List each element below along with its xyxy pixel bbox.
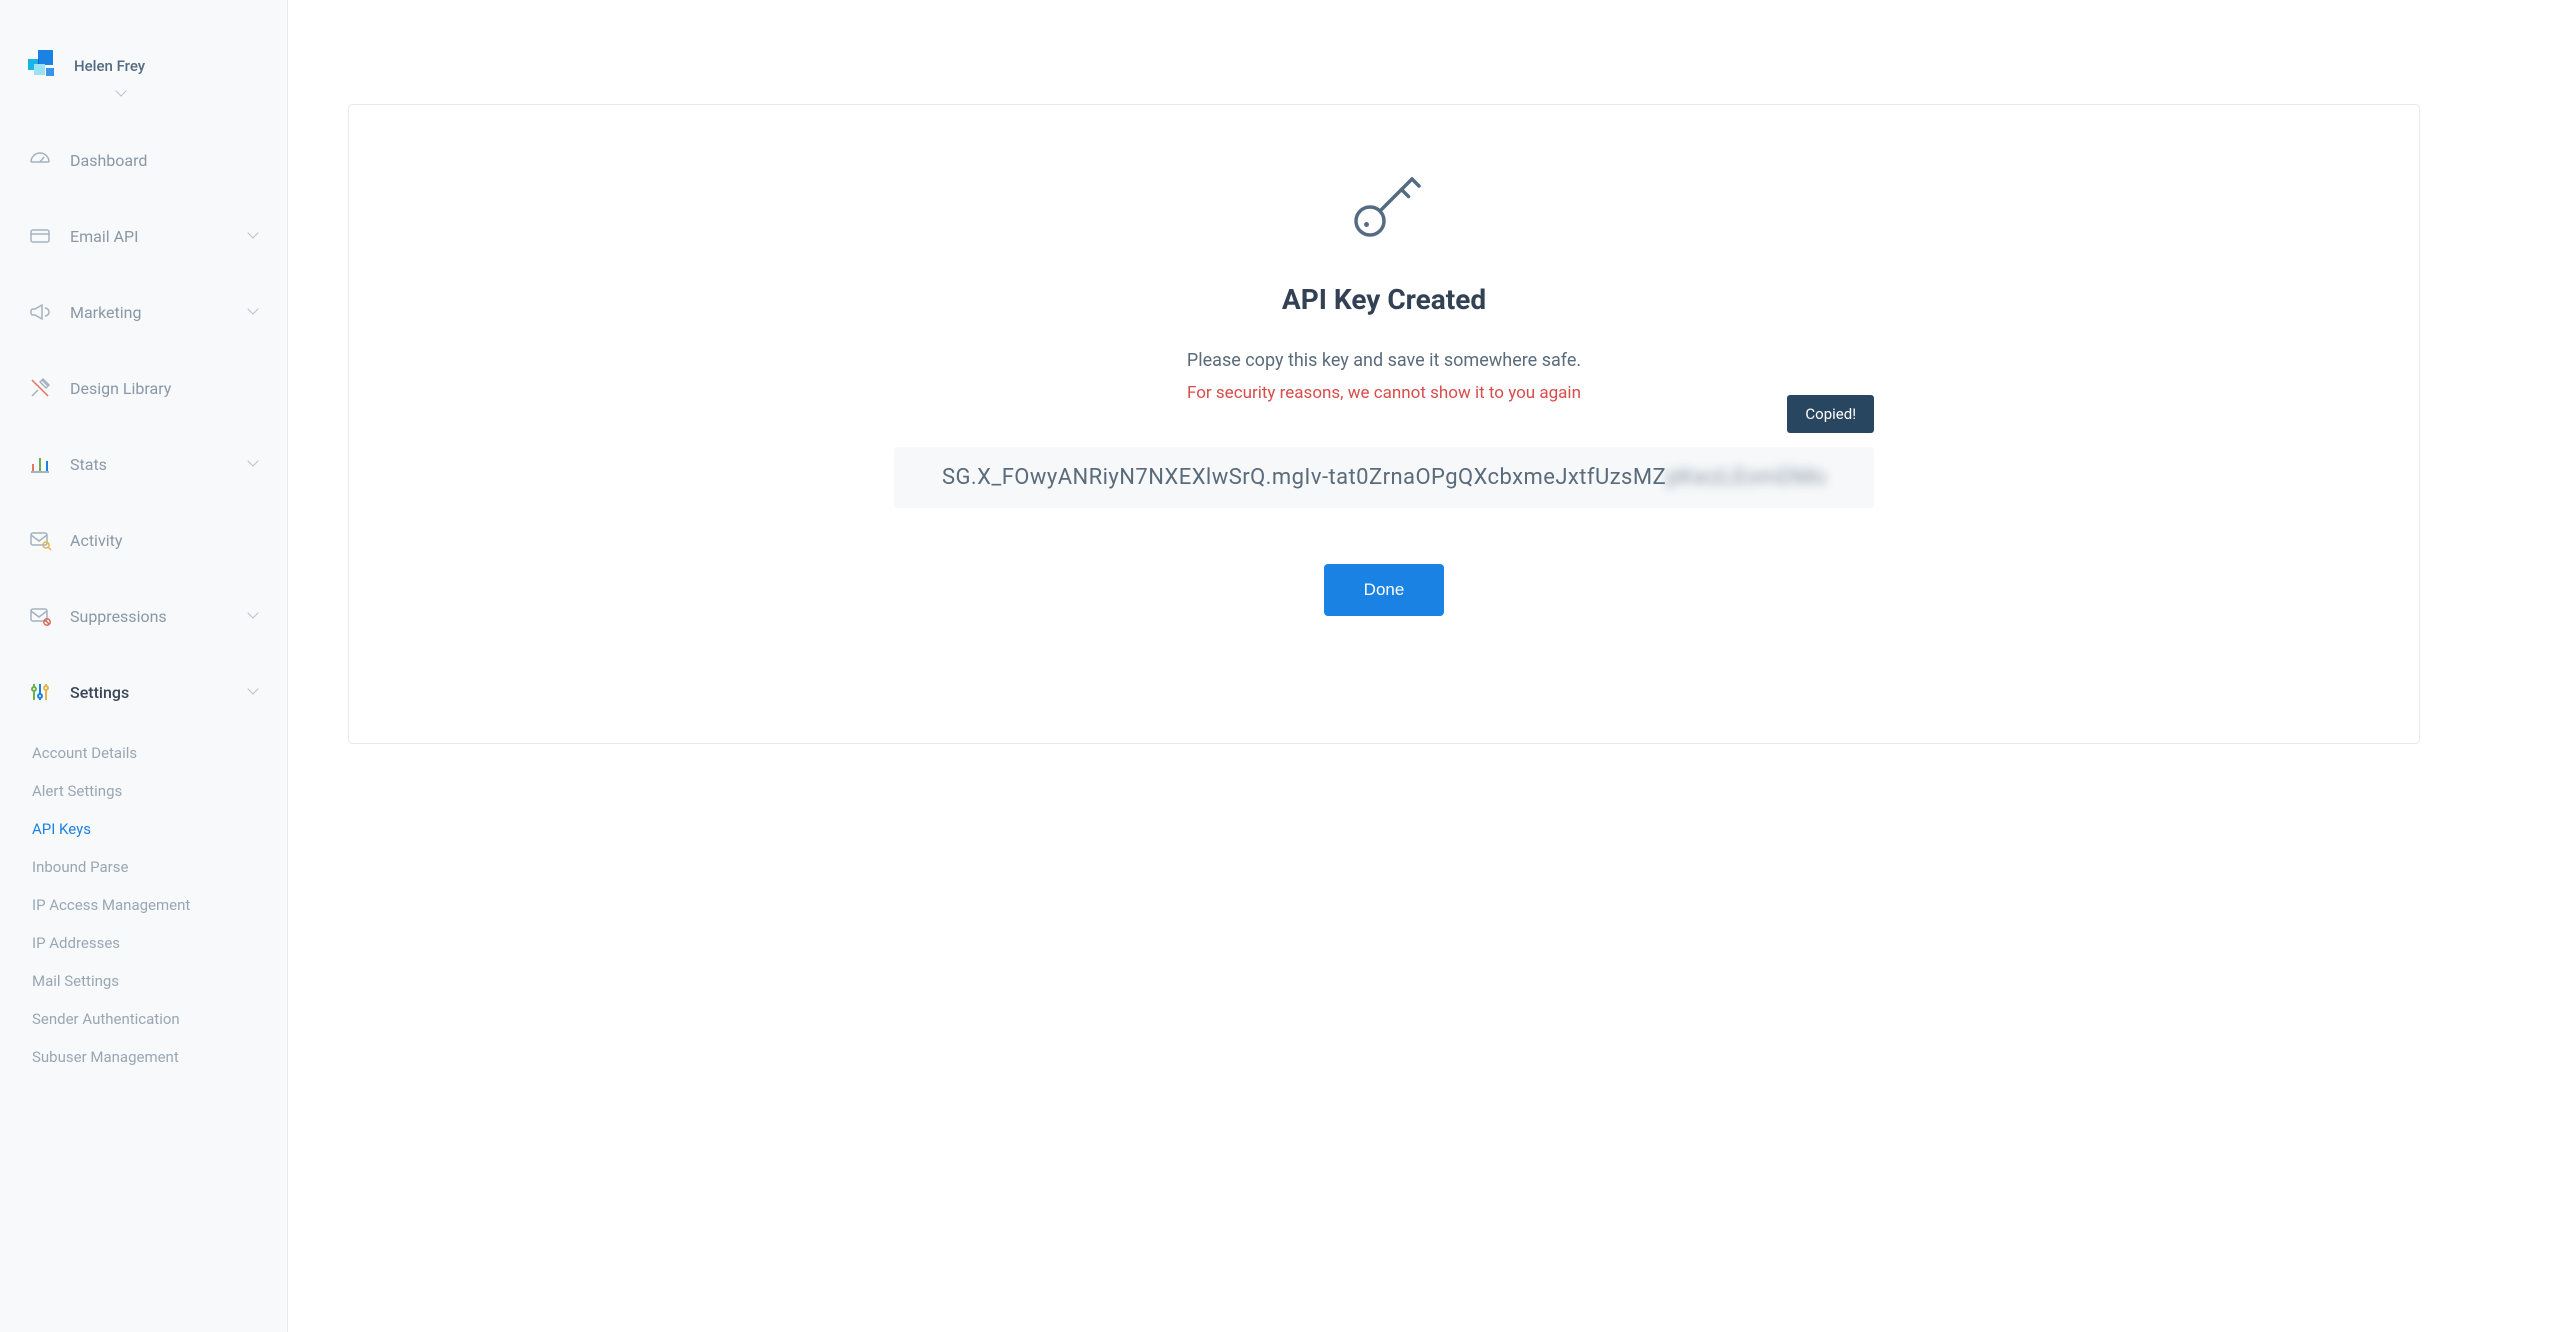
- sidebar-item-activity[interactable]: Activity: [0, 502, 287, 578]
- panel-instruction: Please copy this key and save it somewhe…: [1187, 350, 1581, 371]
- chevron-down-icon: [249, 307, 259, 317]
- key-icon: [1342, 165, 1426, 249]
- nav-label: Marketing: [70, 303, 141, 322]
- api-key-created-panel: API Key Created Please copy this key and…: [348, 104, 2420, 744]
- sidebar-item-marketing[interactable]: Marketing: [0, 274, 287, 350]
- sidebar-item-email-api[interactable]: Email API: [0, 198, 287, 274]
- settings-subnav: Account Details Alert Settings API Keys …: [0, 730, 287, 1084]
- nav-label: Dashboard: [70, 151, 147, 170]
- brand-logo-icon: [28, 50, 60, 82]
- nav-label: Suppressions: [70, 607, 167, 626]
- sidebar-item-dashboard[interactable]: Dashboard: [0, 122, 287, 198]
- sidebar-item-stats[interactable]: Stats: [0, 426, 287, 502]
- panel-warning: For security reasons, we cannot show it …: [1187, 383, 1581, 403]
- gauge-icon: [28, 148, 52, 172]
- chevron-down-icon: [117, 89, 127, 99]
- chevron-down-icon: [249, 459, 259, 469]
- chevron-down-icon: [249, 687, 259, 697]
- subnav-inbound-parse[interactable]: Inbound Parse: [22, 848, 287, 886]
- api-key-obscured-text: pKwzLEomDMo: [1666, 465, 1826, 490]
- nav-label: Stats: [70, 455, 107, 474]
- tools-icon: [28, 376, 52, 400]
- bar-chart-icon: [28, 452, 52, 476]
- nav-label: Settings: [70, 683, 129, 702]
- subnav-sender-auth[interactable]: Sender Authentication: [22, 1000, 287, 1038]
- sidebar-item-settings[interactable]: Settings: [0, 654, 287, 730]
- envelope-block-icon: [28, 604, 52, 628]
- envelope-search-icon: [28, 528, 52, 552]
- subnav-alert-settings[interactable]: Alert Settings: [22, 772, 287, 810]
- account-switcher[interactable]: Helen Frey: [0, 30, 287, 122]
- subnav-mail-settings[interactable]: Mail Settings: [22, 962, 287, 1000]
- subnav-ip-addresses[interactable]: IP Addresses: [22, 924, 287, 962]
- subnav-subuser-mgmt[interactable]: Subuser Management: [22, 1038, 287, 1076]
- done-button[interactable]: Done: [1324, 564, 1445, 616]
- nav-label: Activity: [70, 531, 122, 550]
- nav-label: Design Library: [70, 379, 171, 398]
- api-key-visible-text: SG.X_FOwyANRiyN7NXEXlwSrQ.mgIv-tat0ZrnaO…: [942, 465, 1666, 490]
- chevron-down-icon: [249, 611, 259, 621]
- subnav-account-details[interactable]: Account Details: [22, 734, 287, 772]
- main-content: API Key Created Please copy this key and…: [288, 0, 2560, 1332]
- sidebar: Helen Frey Dashboard Email API Marketing: [0, 0, 288, 1332]
- sidebar-item-design-library[interactable]: Design Library: [0, 350, 287, 426]
- sidebar-item-suppressions[interactable]: Suppressions: [0, 578, 287, 654]
- panel-title: API Key Created: [1282, 283, 1486, 316]
- copied-tooltip: Copied!: [1787, 395, 1874, 433]
- megaphone-icon: [28, 300, 52, 324]
- subnav-api-keys[interactable]: API Keys: [22, 810, 287, 848]
- nav-label: Email API: [70, 227, 138, 246]
- chevron-down-icon: [249, 231, 259, 241]
- subnav-ip-access[interactable]: IP Access Management: [22, 886, 287, 924]
- sliders-icon: [28, 680, 52, 704]
- account-name: Helen Frey: [74, 57, 145, 75]
- api-key-value[interactable]: SG.X_FOwyANRiyN7NXEXlwSrQ.mgIv-tat0ZrnaO…: [894, 447, 1874, 508]
- api-key-container: Copied! SG.X_FOwyANRiyN7NXEXlwSrQ.mgIv-t…: [894, 447, 1874, 508]
- card-icon: [28, 224, 52, 248]
